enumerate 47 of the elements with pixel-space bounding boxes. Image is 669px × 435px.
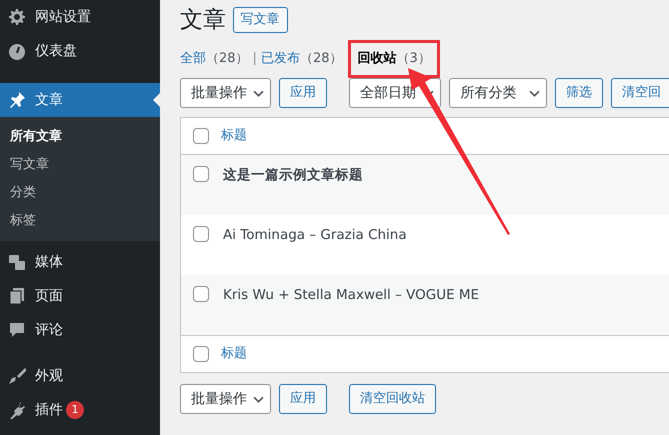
checkbox[interactable] <box>193 166 209 182</box>
empty-trash-button[interactable]: 清空回收站 <box>349 384 436 414</box>
dropdown[interactable]: 批量操作 <box>180 78 271 108</box>
pages-icon <box>8 287 26 305</box>
add-new-button[interactable]: 写文章 <box>232 7 288 33</box>
apply-button[interactable]: 应用 <box>279 384 327 414</box>
comment-icon <box>8 321 26 339</box>
checkbox[interactable] <box>193 346 209 362</box>
sidebar-item[interactable]: 页面 <box>0 279 160 313</box>
gear-icon <box>8 8 26 26</box>
submenu-item[interactable]: 写文章 <box>0 151 160 179</box>
submenu-item[interactable]: 分类 <box>0 179 160 207</box>
sidebar-item[interactable]: 插件 1 <box>0 393 160 427</box>
sidebar-item[interactable]: 文章 <box>0 83 160 117</box>
sidebar-item[interactable]: 网站设置 <box>0 0 160 34</box>
tab-separator: | <box>252 50 257 68</box>
dropdown[interactable]: 批量操作 <box>180 384 271 414</box>
submenu-item[interactable]: 标签 <box>0 207 160 235</box>
apply-button[interactable]: 应用 <box>279 78 327 108</box>
media-icon <box>8 253 26 271</box>
checkbox[interactable] <box>193 128 209 144</box>
checkbox[interactable] <box>193 286 209 302</box>
checkbox[interactable] <box>193 226 209 242</box>
submenu-item[interactable]: 所有文章 <box>0 123 160 151</box>
column-header[interactable]: 标题 <box>221 344 247 364</box>
pin-icon <box>8 91 26 109</box>
notification-badge: 1 <box>66 401 84 419</box>
filter-tab[interactable]: 全部（28） <box>180 49 249 69</box>
sidebar-item[interactable]: 媒体 <box>0 245 160 279</box>
plug-icon <box>8 401 26 419</box>
dropdown[interactable]: 所有分类 <box>449 78 547 108</box>
gauge-icon <box>8 42 26 60</box>
sidebar-item[interactable]: 仪表盘 <box>0 34 160 68</box>
post-title[interactable]: Kris Wu + Stella Maxwell – VOGUE ME <box>223 285 480 306</box>
sidebar-item[interactable]: 评论 <box>0 313 160 347</box>
filter-button[interactable]: 筛选 <box>555 78 603 108</box>
sidebar-item[interactable]: 外观 <box>0 359 160 393</box>
filter-tab[interactable]: 已发布（28） <box>260 49 342 69</box>
column-header[interactable]: 标题 <box>221 126 247 146</box>
post-title[interactable]: Ai Tominaga – Grazia China <box>223 225 407 246</box>
post-title[interactable]: 这是一篇示例文章标题 <box>223 165 363 186</box>
caret-icon <box>529 90 540 96</box>
caret-icon <box>253 396 264 402</box>
caret-icon <box>253 90 264 96</box>
empty-trash-button[interactable]: 清空回 <box>611 78 669 108</box>
brush-icon <box>8 367 26 385</box>
page-title: 文章 <box>180 6 226 35</box>
